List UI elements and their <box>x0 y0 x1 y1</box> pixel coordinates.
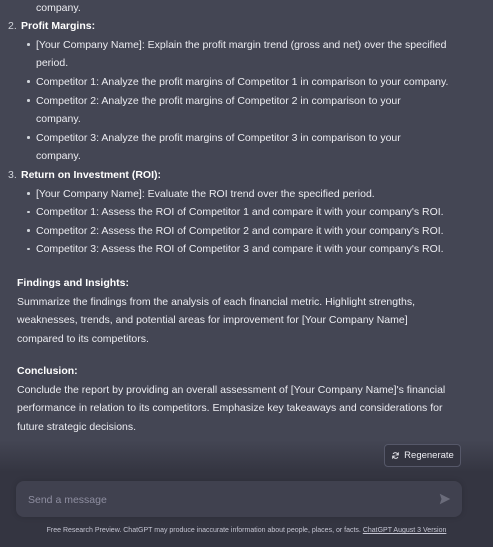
version-link[interactable]: ChatGPT August 3 Version <box>363 527 447 534</box>
message-input[interactable] <box>26 490 430 510</box>
list-item: Competitor 3: Assess the ROI of Competit… <box>36 243 444 256</box>
list-item-continued: company. <box>36 113 81 126</box>
send-icon[interactable] <box>438 492 452 506</box>
regenerate-button[interactable]: Regenerate <box>384 444 461 467</box>
bullet-icon <box>27 229 30 232</box>
section-heading: Profit Margins: <box>21 20 96 33</box>
list-item: Competitor 1: Assess the ROI of Competit… <box>36 206 444 219</box>
list-item-continued: company. <box>36 1 81 14</box>
refresh-icon <box>392 452 399 459</box>
conclusion-paragraph-line: future strategic decisions. <box>17 420 137 433</box>
list-item: [Your Company Name]: Explain the profit … <box>36 38 447 51</box>
message-composer <box>16 481 462 517</box>
list-item: Competitor 2: Analyze the profit margins… <box>36 94 401 107</box>
list-item: Competitor 2: Assess the ROI of Competit… <box>36 224 444 237</box>
chat-page: company. 2. Profit Margins: [Your Company N… <box>0 0 493 547</box>
regenerate-label: Regenerate <box>404 450 454 461</box>
findings-heading: Findings and Insights: <box>17 277 129 289</box>
list-item: Competitor 1: Analyze the profit margins… <box>36 75 449 88</box>
list-item-continued: period. <box>36 57 69 70</box>
conclusion-paragraph-line: Conclude the report by providing an over… <box>17 383 446 396</box>
findings-paragraph-line: weaknesses, trends, and potential areas … <box>17 314 408 327</box>
conclusion-heading: Conclusion: <box>17 365 78 377</box>
bullet-icon <box>27 247 30 251</box>
list-item-continued: company. <box>36 150 81 163</box>
bullet-icon <box>27 43 30 46</box>
bullet-icon <box>27 136 30 139</box>
conclusion-paragraph-line: performance in relation to its competito… <box>17 402 443 415</box>
list-number: 3. <box>8 168 17 181</box>
disclaimer-text: Free Research Preview. ChatGPT may produ… <box>46 527 361 534</box>
list-number: 2. <box>8 20 17 33</box>
disclaimer: Free Research Preview. ChatGPT may produ… <box>0 527 493 534</box>
list-item: Competitor 3: Analyze the profit margins… <box>36 131 401 144</box>
list-item: [Your Company Name]: Evaluate the ROI tr… <box>36 187 375 200</box>
bullet-icon <box>27 192 30 195</box>
bullet-icon <box>27 210 30 214</box>
section-heading: Return on Investment (ROI): <box>21 168 162 181</box>
bullet-icon <box>27 99 30 102</box>
findings-paragraph-line: compared to its competitors. <box>17 332 149 345</box>
bullet-icon <box>27 80 30 83</box>
findings-paragraph-line: Summarize the findings from the analysis… <box>17 295 416 308</box>
